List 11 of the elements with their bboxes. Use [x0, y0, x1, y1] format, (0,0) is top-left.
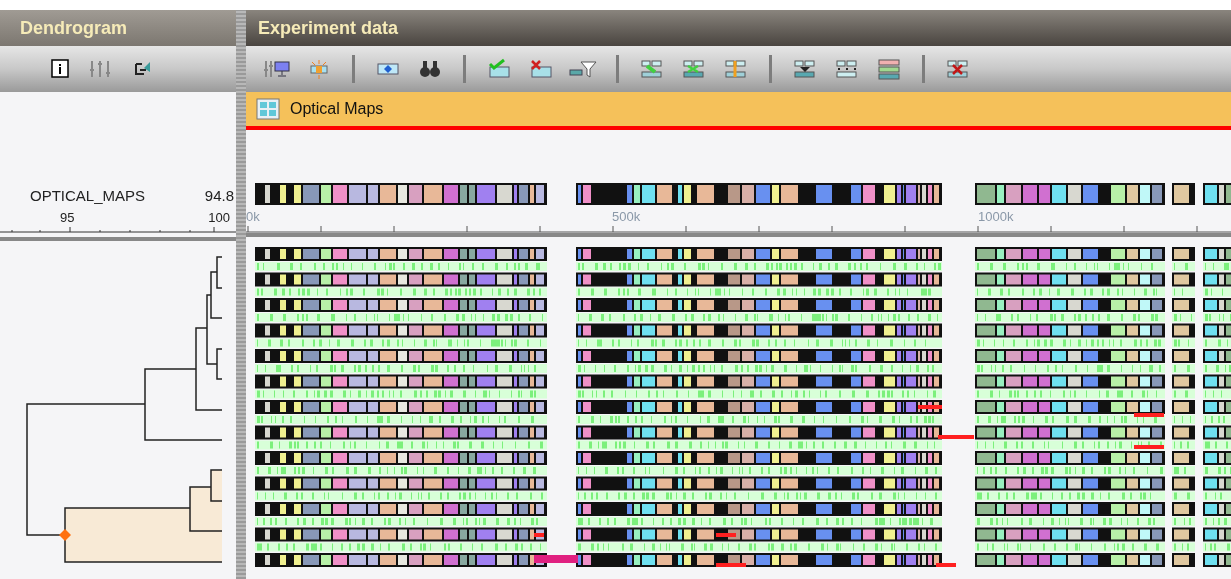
axis-label: 0k — [246, 208, 261, 226]
scale-label: 100 — [208, 208, 230, 227]
panel-title: Experiment data — [258, 16, 399, 40]
column-value: 94.8 — [204, 186, 234, 206]
scale-label: 95 — [60, 208, 75, 227]
grid-icon — [256, 98, 280, 120]
panel-title: Dendrogram — [20, 16, 127, 40]
axis-label: 500k — [612, 208, 642, 226]
axis-label: 1000k — [978, 208, 1015, 226]
group-label: Optical Maps — [290, 99, 384, 119]
column-label: OPTICAL_MAPS — [30, 186, 146, 206]
